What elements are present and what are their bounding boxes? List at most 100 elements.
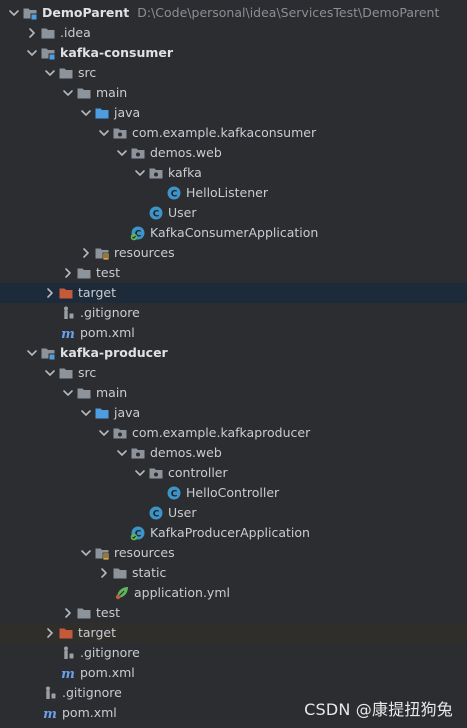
tree-node-kafka[interactable]: kafka: [0, 163, 467, 183]
tree-node-main[interactable]: main: [0, 383, 467, 403]
chevron-right-icon[interactable]: [60, 263, 76, 283]
tree-node-label: main: [96, 385, 128, 400]
chevron-down-icon[interactable]: [42, 363, 58, 383]
folder-icon: [76, 385, 92, 401]
tree-node-label: resources: [114, 545, 175, 560]
folder-icon: [76, 265, 92, 281]
package-icon: [130, 445, 146, 461]
chevron-down-icon[interactable]: [24, 343, 40, 363]
tree-node-target[interactable]: target: [0, 283, 467, 303]
tree-node-label: .gitignore: [80, 645, 140, 660]
chevron-down-icon[interactable]: [132, 463, 148, 483]
chevron-down-icon[interactable]: [96, 123, 112, 143]
tree-node-src[interactable]: src: [0, 363, 467, 383]
tree-node-label: pom.xml: [80, 665, 135, 680]
chevron-down-icon[interactable]: [114, 143, 130, 163]
tree-node-label: User: [168, 505, 197, 520]
folder-icon: [40, 25, 56, 41]
tree-node-label: src: [78, 65, 97, 80]
chevron-right-icon[interactable]: [78, 243, 94, 263]
chevron-down-icon[interactable]: [24, 43, 40, 63]
tree-node-resources[interactable]: resources: [0, 243, 467, 263]
tree-node-label: controller: [168, 465, 228, 480]
tree-node-java[interactable]: java: [0, 103, 467, 123]
idea-label: idea: [63, 25, 91, 40]
tree-node-target[interactable]: target: [0, 623, 467, 643]
tree-node-hellolistener[interactable]: HelloListener: [0, 183, 467, 203]
tree-node-label: static: [132, 565, 167, 580]
folder-icon: [58, 365, 74, 381]
tree-node-gitignore[interactable]: .gitignore: [0, 643, 467, 663]
tree-node-static[interactable]: static: [0, 563, 467, 583]
spring-yml-icon: [114, 585, 130, 601]
chevron-right-icon[interactable]: [42, 623, 58, 643]
tree-node-hellocontroller[interactable]: HelloController: [0, 483, 467, 503]
tree-node-label: application.yml: [134, 585, 230, 600]
chevron-down-icon[interactable]: [132, 163, 148, 183]
tree-node-src[interactable]: src: [0, 63, 467, 83]
tree-node-demos-web[interactable]: demos.web: [0, 443, 467, 463]
tree-node-pom[interactable]: pom.xml: [0, 323, 467, 343]
chevron-down-icon[interactable]: [96, 423, 112, 443]
tree-node-controller[interactable]: controller: [0, 463, 467, 483]
tree-node-label: target: [78, 285, 117, 300]
tree-node-user[interactable]: User: [0, 503, 467, 523]
tree-node-idea[interactable]: .idea: [0, 23, 467, 43]
chevron-down-icon[interactable]: [60, 83, 76, 103]
tree-node-kafkaconsumerapplication[interactable]: KafkaConsumerApplication: [0, 223, 467, 243]
resources-folder-icon: [94, 245, 110, 261]
package-icon: [112, 125, 128, 141]
tree-node-resources[interactable]: resources: [0, 543, 467, 563]
tree-node-label: .gitignore: [62, 685, 122, 700]
module-folder-icon: [40, 45, 56, 61]
chevron-down-icon[interactable]: [78, 543, 94, 563]
tree-node-label: com.example.kafkaconsumer: [132, 125, 317, 140]
tree-node-package-kafkaproducer[interactable]: com.example.kafkaproducer: [0, 423, 467, 443]
maven-icon: [60, 665, 76, 681]
spring-boot-class-icon: [130, 225, 146, 241]
tree-node-label: KafkaProducerApplication: [150, 525, 310, 540]
chevron-right-icon[interactable]: [96, 563, 112, 583]
source-folder-icon: [94, 105, 110, 121]
excluded-folder-icon: [58, 285, 74, 301]
chevron-down-icon[interactable]: [60, 383, 76, 403]
tree-node-demos-web[interactable]: demos.web: [0, 143, 467, 163]
chevron-right-icon[interactable]: [60, 603, 76, 623]
folder-icon: [112, 565, 128, 581]
tree-node-kafka-consumer[interactable]: kafka-consumer: [0, 43, 467, 63]
tree-node-application-yml[interactable]: application.yml: [0, 583, 467, 603]
tree-node-test[interactable]: test: [0, 603, 467, 623]
chevron-down-icon[interactable]: [114, 443, 130, 463]
tree-node-label: .gitignore: [80, 305, 140, 320]
chevron-down-icon[interactable]: [78, 403, 94, 423]
tree-node-demoparent[interactable]: DemoParent D:\Code\personal\idea\Service…: [0, 3, 467, 23]
package-icon: [148, 165, 164, 181]
chevron-down-icon[interactable]: [6, 3, 22, 23]
tree-node-kafkaproducerapplication[interactable]: KafkaProducerApplication: [0, 523, 467, 543]
gitignore-icon: [42, 685, 58, 701]
tree-node-user[interactable]: User: [0, 203, 467, 223]
tree-node-test[interactable]: test: [0, 263, 467, 283]
tree-node-kafka-producer[interactable]: kafka-producer: [0, 343, 467, 363]
class-icon: [148, 205, 164, 221]
tree-node-label: HelloController: [186, 485, 280, 500]
tree-node-gitignore[interactable]: .gitignore: [0, 303, 467, 323]
module-folder-icon: [22, 5, 38, 21]
tree-node-label: .idea: [60, 25, 91, 40]
csdn-watermark: CSDN @康提扭狗兔: [304, 700, 453, 719]
tree-node-label: java: [114, 105, 141, 120]
package-icon: [130, 145, 146, 161]
chevron-down-icon[interactable]: [42, 63, 58, 83]
tree-node-main[interactable]: main: [0, 83, 467, 103]
tree-node-java[interactable]: java: [0, 403, 467, 423]
tree-node-label: DemoParent: [42, 5, 130, 20]
folder-icon: [76, 605, 92, 621]
tree-node-package-kafkaconsumer[interactable]: com.example.kafkaconsumer: [0, 123, 467, 143]
chevron-down-icon[interactable]: [78, 103, 94, 123]
tree-node-label: test: [96, 605, 121, 620]
chevron-right-icon[interactable]: [24, 23, 40, 43]
tree-node-pom[interactable]: pom.xml: [0, 663, 467, 683]
tree-node-label: pom.xml: [80, 325, 135, 340]
chevron-right-icon[interactable]: [42, 283, 58, 303]
class-icon: [166, 185, 182, 201]
